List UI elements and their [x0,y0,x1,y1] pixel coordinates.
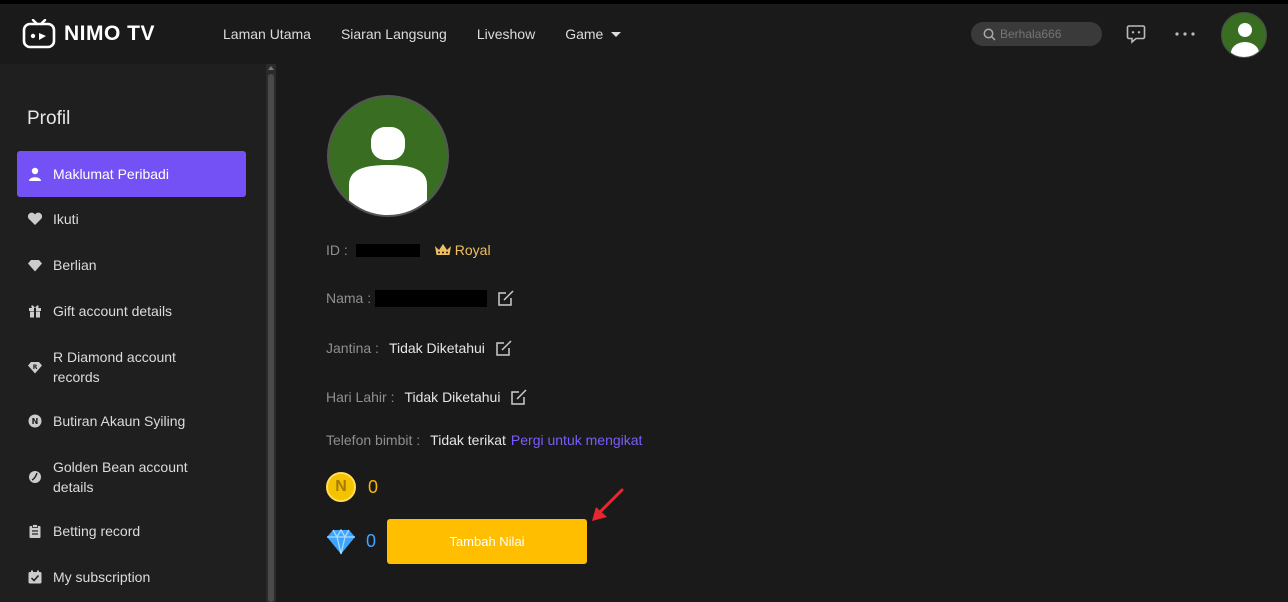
sidebar-item-coin-account[interactable]: N Butiran Akaun Syiling [17,411,246,431]
top-up-button[interactable]: Tambah Nilai [387,519,587,564]
nav-item-live[interactable]: Siaran Langsung [341,26,447,42]
coin-value: 0 [368,476,379,497]
coin-balance: N 0 [326,472,378,502]
sidebar-scrollbar[interactable] [266,64,276,602]
subscription-icon [27,569,43,585]
scroll-thumb[interactable] [268,74,274,602]
gift-icon [27,303,43,319]
birthday-row: Hari Lahir : Tidak Diketahui [326,388,528,406]
sidebar-item-betting-record[interactable]: Betting record [17,521,246,541]
redacted-id [355,243,420,257]
chevron-down-icon [611,31,622,37]
sidebar-item-diamond[interactable]: Berlian [17,255,246,275]
nimo-tv-logo[interactable]: NIMO TV [22,18,155,50]
top-navigation-bar: NIMO TV Laman Utama Siaran Langsung Live… [0,4,1288,64]
birthday-value: Tidak Diketahui [404,389,501,405]
message-icon[interactable] [1126,24,1146,49]
logo-text: NIMO TV [64,22,155,45]
sidebar-item-label: Maklumat Peribadi [53,166,169,182]
diamond-icon [27,257,43,273]
sidebar-item-label: Ikuti [53,211,79,227]
profile-sidebar: Profil Maklumat Peribadi Ikuti Berlian G… [0,64,266,602]
diamond-value: 0 [366,531,377,551]
diamond-icon [327,528,355,554]
r-diamond-icon: R [27,359,43,375]
edit-name-icon[interactable] [497,289,515,307]
edit-birthday-icon[interactable] [510,388,528,406]
svg-text:N: N [32,417,39,426]
nav-item-game-label: Game [565,26,604,42]
profile-avatar[interactable] [327,95,449,217]
bind-phone-link[interactable]: Pergi untuk mengikat [511,432,643,448]
sidebar-item-follow[interactable]: Ikuti [17,209,246,229]
sidebar-item-label: R Diamond account records [53,349,176,385]
sidebar-item-label: Butiran Akaun Syiling [53,413,186,429]
nav-item-game[interactable]: Game [565,26,622,42]
phone-label: Telefon bimbit : [326,432,421,448]
sidebar-item-gift-account[interactable]: Gift account details [17,301,246,321]
clipboard-icon [27,523,43,539]
id-label: ID : [326,242,348,258]
red-arrow-annotation [592,488,624,521]
edit-gender-icon[interactable] [495,339,513,357]
n-coin-icon: N [326,472,356,502]
sidebar-item-label: Berlian [53,257,97,273]
search-box[interactable] [971,22,1102,46]
tv-icon [22,19,56,49]
gender-value: Tidak Diketahui [388,340,485,356]
more-options-icon[interactable] [1174,26,1196,37]
sidebar-item-label: My subscription [53,569,151,585]
id-row: ID : Royal [326,242,491,258]
royal-badge: Royal [434,242,491,258]
redacted-name [375,289,488,307]
phone-row: Telefon bimbit : Tidak terikat Pergi unt… [326,432,642,448]
crown-icon [434,244,451,255]
bean-icon [27,469,43,485]
coin-symbol: N [335,478,347,495]
nav-item-home[interactable]: Laman Utama [223,26,311,42]
gender-label: Jantina : [326,340,379,356]
sidebar-item-label: Gift account details [53,303,173,319]
svg-text:R: R [33,364,38,371]
sidebar-item-subscription[interactable]: My subscription [17,567,246,587]
search-input[interactable] [1000,27,1096,41]
nav-item-liveshow[interactable]: Liveshow [477,26,535,42]
sidebar-item-r-diamond[interactable]: R R Diamond account records [17,347,246,387]
sidebar-item-personal-info[interactable]: Maklumat Peribadi [17,151,246,197]
user-avatar[interactable] [1221,12,1267,58]
birthday-label: Hari Lahir : [326,389,395,405]
royal-badge-label: Royal [454,242,491,258]
search-icon [983,28,996,41]
user-icon [27,166,43,182]
scroll-up-arrow[interactable] [268,66,274,70]
gender-row: Jantina : Tidak Diketahui [326,339,513,357]
sidebar-title: Profil [27,108,71,129]
sidebar-item-label: Golden Bean account details [53,459,188,495]
name-label: Nama : [326,290,372,306]
sidebar-item-label: Betting record [53,523,141,539]
n-coin-icon: N [27,413,43,429]
main-nav: Laman Utama Siaran Langsung Liveshow Gam… [223,4,651,64]
diamond-balance: 0 [326,519,376,564]
name-row: Nama : [326,289,515,307]
heart-icon [27,211,43,227]
profile-main-panel: ID : Royal Nama : Jantina : Tidak Diketa… [276,64,1288,602]
sidebar-item-golden-bean[interactable]: Golden Bean account details [17,457,246,497]
phone-value: Tidak terikat [430,432,506,448]
